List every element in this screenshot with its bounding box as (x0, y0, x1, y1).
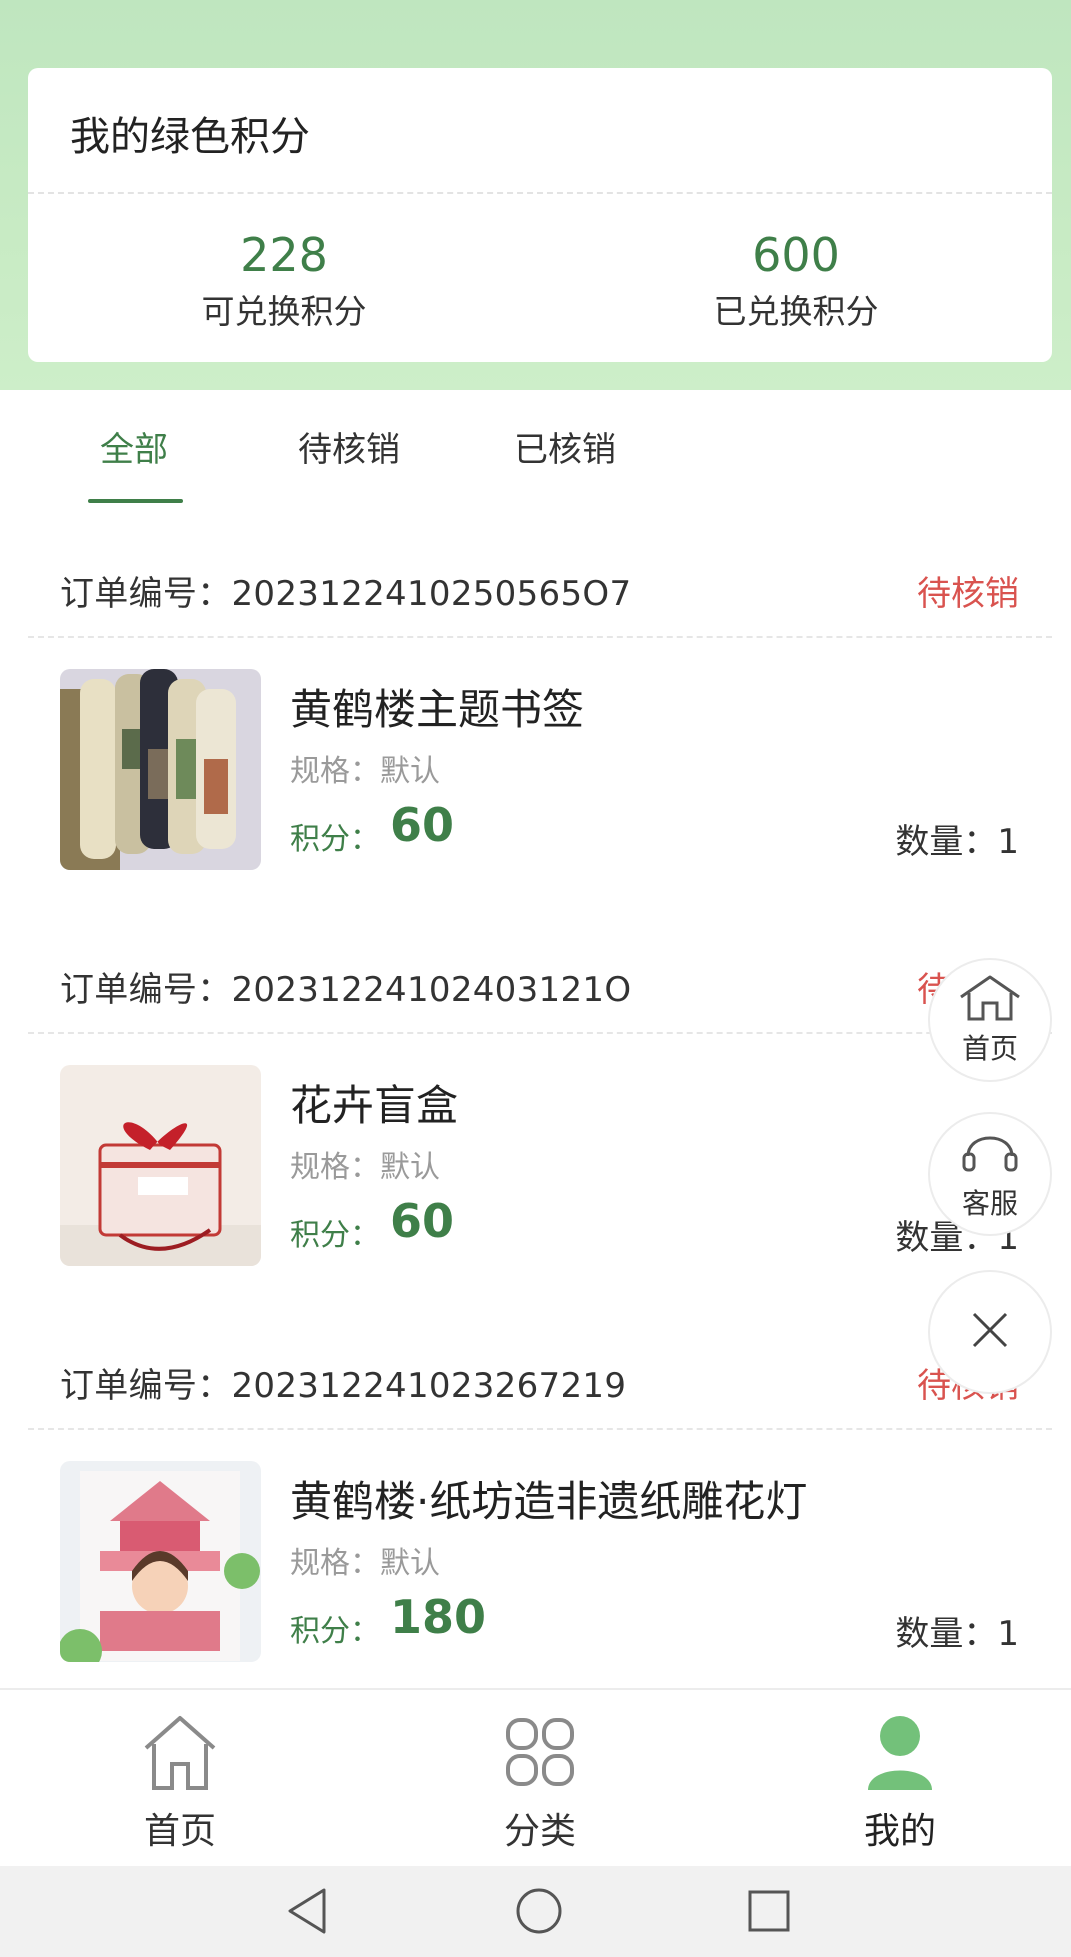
points-card-divider (28, 192, 1052, 194)
home-circle-icon[interactable] (514, 1886, 564, 1940)
exchanged-points-label: 已兑换积分 (713, 291, 879, 331)
home-icon (957, 973, 1023, 1025)
order-divider (28, 1428, 1052, 1430)
points-card-title: 我的绿色积分 (70, 114, 310, 160)
nav-home[interactable]: 首页 (80, 1712, 280, 1854)
grid-icon (502, 1718, 578, 1796)
points-label: 积分： (290, 1614, 380, 1649)
available-points-label: 可兑换积分 (201, 291, 367, 331)
nav-mine-label: 我的 (863, 1811, 936, 1852)
order-number: 订单编号：2023122410250565O7 (60, 574, 632, 614)
points-mall-page: 我的绿色积分 228 可兑换积分 600 已兑换积分 全部 待核销 已核销 订单… (0, 0, 1071, 1957)
order-divider (28, 1032, 1052, 1034)
product-name[interactable]: 黄鹤楼主题书签 (290, 676, 584, 737)
product-spec: 规格：默认 (290, 1150, 440, 1185)
points-label: 积分： (290, 822, 380, 857)
float-home-button[interactable]: 首页 (928, 958, 1052, 1082)
tab-redeemed[interactable]: 已核销 (514, 422, 616, 471)
product-image-paper-lantern[interactable] (60, 1461, 261, 1662)
exchanged-points-value: 600 (752, 228, 840, 282)
product-points: 180 (390, 1590, 487, 1644)
order-card[interactable]: 订单编号：20231224102326721​9 待核销 黄鹤楼·纸坊造非遗纸雕… (0, 1358, 1071, 1728)
product-name[interactable]: 花卉盲盒 (290, 1072, 458, 1133)
tab-pending[interactable]: 待核销 (298, 422, 400, 471)
product-quantity: 数量：1 (895, 822, 1019, 862)
available-points[interactable]: 228 可兑换积分 (134, 230, 434, 333)
active-tab-indicator (88, 499, 183, 503)
product-image-flower-box[interactable] (60, 1065, 261, 1266)
bottom-navigation: 首页 分类 我的 (0, 1688, 1071, 1866)
float-service-label: 客服 (961, 1187, 1018, 1220)
recent-apps-icon[interactable] (746, 1886, 792, 1940)
home-icon (142, 1716, 218, 1796)
nav-mine[interactable]: 我的 (800, 1712, 1000, 1854)
headset-icon (960, 1126, 1020, 1180)
product-spec: 规格：默认 (290, 754, 440, 789)
nav-home-label: 首页 (143, 1811, 216, 1852)
float-home-label: 首页 (961, 1032, 1018, 1065)
order-divider (28, 636, 1052, 638)
points-label: 积分： (290, 1218, 380, 1253)
system-navigation-bar (0, 1866, 1071, 1957)
nav-category-label: 分类 (503, 1811, 576, 1852)
order-status: 待核销 (917, 574, 1019, 614)
exchanged-points[interactable]: 600 已兑换积分 (646, 230, 946, 333)
order-card[interactable]: 订单编号：20231224102403121O 待核销 花卉盲盒 规格：默认 积… (0, 962, 1071, 1332)
product-name[interactable]: 黄鹤楼·纸坊造非遗纸雕花灯 (290, 1468, 807, 1529)
order-number: 订单编号：20231224102403121O (60, 970, 632, 1010)
back-icon[interactable] (284, 1886, 330, 1940)
green-points-card: 我的绿色积分 228 可兑换积分 600 已兑换积分 (28, 68, 1052, 362)
float-close-button[interactable] (928, 1270, 1052, 1394)
nav-category[interactable]: 分类 (440, 1712, 640, 1854)
product-quantity: 数量：1 (895, 1614, 1019, 1654)
close-icon (970, 1310, 1010, 1354)
order-number: 订单编号：20231224102326721​9 (60, 1366, 627, 1406)
float-service-button[interactable]: 客服 (928, 1112, 1052, 1236)
product-image-bookmarks[interactable] (60, 669, 261, 870)
user-icon (862, 1716, 938, 1796)
product-spec: 规格：默认 (290, 1546, 440, 1581)
order-card[interactable]: 订单编号：2023122410250565O7 待核销 黄鹤楼主题书签 规格：默… (0, 566, 1071, 936)
order-filter-tabs: 全部 待核销 已核销 (0, 390, 1071, 506)
product-points: 60 (390, 798, 455, 852)
available-points-value: 228 (240, 228, 328, 282)
product-points: 60 (390, 1194, 455, 1248)
tab-all[interactable]: 全部 (100, 422, 168, 471)
